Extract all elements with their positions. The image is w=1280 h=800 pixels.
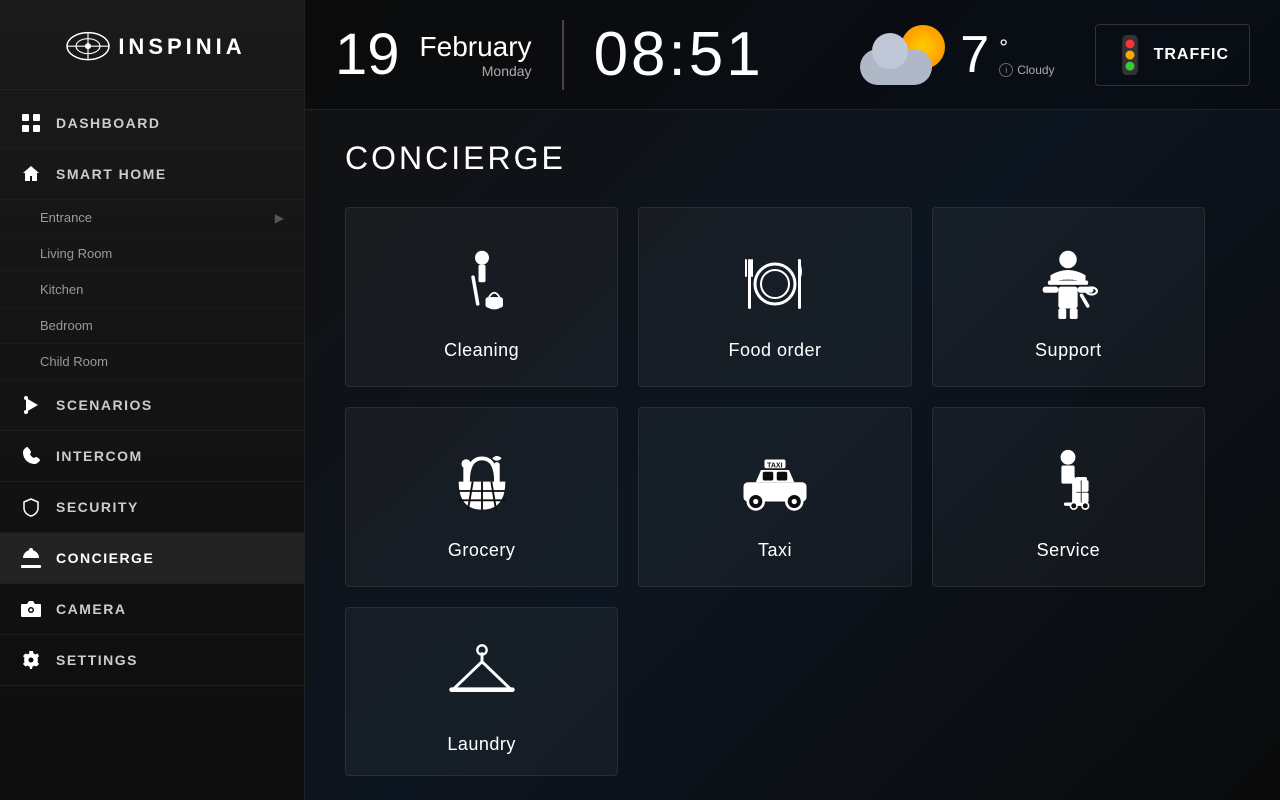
- sidebar-label-dashboard: DASHBOARD: [56, 115, 161, 131]
- time-display: 08:51: [594, 19, 764, 90]
- sidebar-item-bedroom[interactable]: Bedroom: [0, 308, 304, 344]
- card-label-laundry: Laundry: [447, 734, 516, 755]
- sidebar-item-dashboard[interactable]: DASHBOARD: [0, 98, 304, 149]
- phone-icon: [20, 445, 42, 467]
- page-content: CONCIERGE Cleaning: [305, 110, 1280, 800]
- weather-icon: [860, 20, 950, 90]
- card-label-support: Support: [1035, 340, 1102, 361]
- card-laundry[interactable]: Laundry: [345, 607, 618, 776]
- cloud-shape: [860, 49, 932, 85]
- logo-text: INSPINIA: [118, 34, 245, 60]
- support-icon: [1028, 244, 1108, 324]
- date-day: 19: [335, 26, 400, 84]
- sidebar-label-smart-home: SMART HOME: [56, 166, 167, 182]
- sidebar-item-living-room[interactable]: Living Room: [0, 236, 304, 272]
- sidebar-item-scenarios[interactable]: SCENARIOS: [0, 380, 304, 431]
- sidebar-item-camera[interactable]: CAMERA: [0, 584, 304, 635]
- service-icon: [1028, 444, 1108, 524]
- food-icon: [735, 244, 815, 324]
- card-label-cleaning: Cleaning: [444, 340, 519, 361]
- main-content: 19 February Monday 08:51 7 ° i Cloudy: [305, 0, 1280, 800]
- sidebar-label-settings: SETTINGS: [56, 652, 138, 668]
- card-grocery[interactable]: Grocery: [345, 407, 618, 587]
- sidebar-item-concierge[interactable]: CONCIERGE: [0, 533, 304, 584]
- play-icon: [20, 394, 42, 416]
- sidebar-item-intercom[interactable]: INTERCOM: [0, 431, 304, 482]
- sidebar-label-scenarios: SCENARIOS: [56, 397, 153, 413]
- card-support[interactable]: Support: [932, 207, 1205, 387]
- sidebar-label-security: SECURITY: [56, 499, 139, 515]
- time-separator: [562, 20, 564, 90]
- condition-label: Cloudy: [1017, 63, 1054, 77]
- shield-icon: [20, 496, 42, 518]
- camera-icon: [20, 598, 42, 620]
- logo-area: INSPINIA: [0, 0, 304, 90]
- cleaning-icon: [442, 244, 522, 324]
- card-label-food-order: Food order: [728, 340, 821, 361]
- traffic-light-icon: [1116, 35, 1144, 75]
- weather-info: ° i Cloudy: [999, 33, 1054, 77]
- logo-icon: [58, 24, 118, 69]
- home-icon: [20, 163, 42, 185]
- sidebar-item-settings[interactable]: SETTINGS: [0, 635, 304, 686]
- sidebar: INSPINIA DASHBOARD SMART HOME: [0, 0, 305, 800]
- card-cleaning[interactable]: Cleaning: [345, 207, 618, 387]
- sidebar-label-kitchen: Kitchen: [40, 282, 83, 297]
- concierge-grid: Cleaning Food: [345, 207, 1205, 776]
- traffic-button[interactable]: TRAFFIC: [1095, 24, 1250, 86]
- sidebar-label-living-room: Living Room: [40, 246, 112, 261]
- laundry-icon: [442, 638, 522, 718]
- topbar: 19 February Monday 08:51 7 ° i Cloudy: [305, 0, 1280, 110]
- date-time-block: 19 February Monday 08:51: [335, 19, 764, 90]
- grocery-icon: [442, 444, 522, 524]
- traffic-label: TRAFFIC: [1154, 46, 1229, 64]
- weather-block: 7 ° i Cloudy TRAFFIC: [860, 20, 1250, 90]
- card-label-service: Service: [1037, 540, 1101, 561]
- sidebar-label-intercom: INTERCOM: [56, 448, 143, 464]
- card-label-grocery: Grocery: [448, 540, 516, 561]
- sidebar-label-bedroom: Bedroom: [40, 318, 93, 333]
- sidebar-label-concierge: CONCIERGE: [56, 550, 154, 566]
- card-label-taxi: Taxi: [758, 540, 792, 561]
- svg-text:TAXI: TAXI: [767, 462, 782, 469]
- weather-temperature: 7: [960, 25, 989, 85]
- date-month: February: [420, 31, 532, 63]
- taxi-icon: TAXI: [735, 444, 815, 524]
- arrow-icon: ▶: [275, 211, 284, 225]
- sidebar-item-smart-home[interactable]: SMART HOME: [0, 149, 304, 200]
- date-block: 19: [335, 26, 400, 84]
- card-food-order[interactable]: Food order: [638, 207, 911, 387]
- sidebar-item-entrance[interactable]: Entrance ▶: [0, 200, 304, 236]
- grid-icon: [20, 112, 42, 134]
- card-service[interactable]: Service: [932, 407, 1205, 587]
- sidebar-label-entrance: Entrance: [40, 210, 92, 225]
- sidebar-label-child-room: Child Room: [40, 354, 108, 369]
- sidebar-item-kitchen[interactable]: Kitchen: [0, 272, 304, 308]
- settings-icon: [20, 649, 42, 671]
- sidebar-item-child-room[interactable]: Child Room: [0, 344, 304, 380]
- date-text: February Monday: [420, 31, 532, 79]
- weather-condition: i Cloudy: [999, 63, 1054, 77]
- sidebar-label-camera: CAMERA: [56, 601, 126, 617]
- info-icon: i: [999, 63, 1013, 77]
- nav-section: DASHBOARD SMART HOME Entrance ▶ Living R…: [0, 90, 304, 694]
- sidebar-item-security[interactable]: SECURITY: [0, 482, 304, 533]
- card-taxi[interactable]: TAXI Taxi: [638, 407, 911, 587]
- date-weekday: Monday: [420, 63, 532, 79]
- page-title: CONCIERGE: [345, 140, 1240, 177]
- degree-symbol: °: [999, 37, 1008, 59]
- concierge-icon: [20, 547, 42, 569]
